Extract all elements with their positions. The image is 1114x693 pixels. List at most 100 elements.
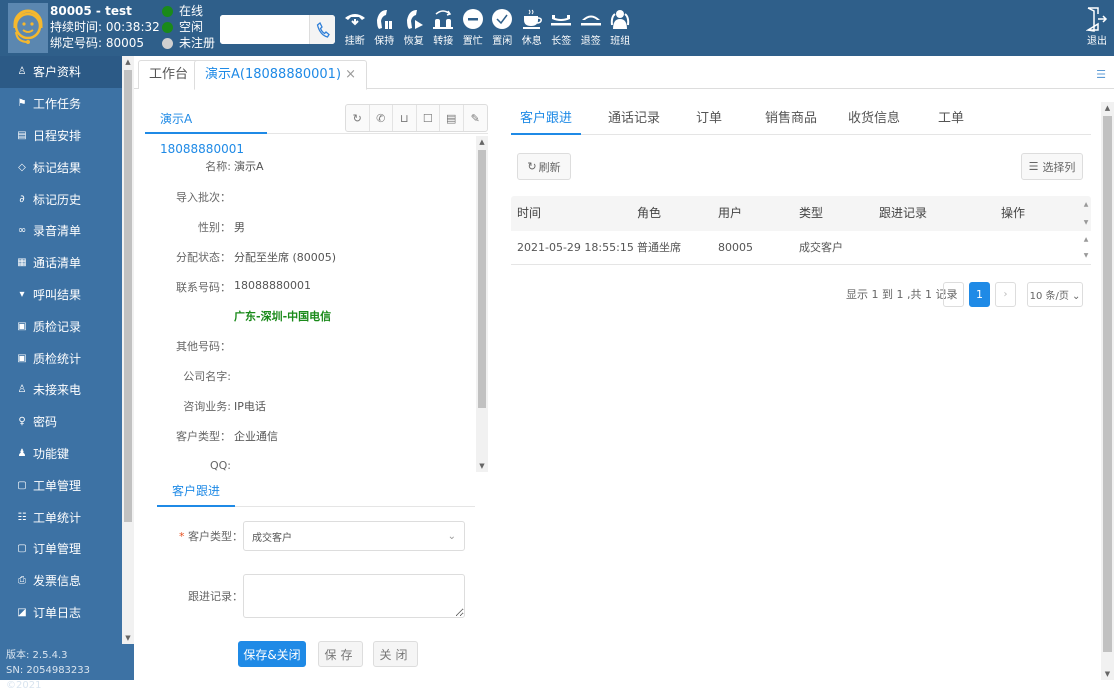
tab-menu-icon[interactable]: ☰ (1096, 68, 1106, 81)
sign-out-button[interactable]: 退签 (576, 6, 606, 47)
transfer-button[interactable]: 转接 (429, 6, 459, 47)
field-gender: 性别：男 (198, 221, 245, 234)
tab-customer-follow-up[interactable]: 客户跟进 (511, 104, 581, 135)
sidebar-item-missed-calls[interactable]: ♙ 未接来电 (0, 374, 122, 406)
close-tab-icon[interactable]: × (345, 67, 356, 82)
tab-tickets[interactable]: 工单 (931, 104, 971, 135)
tab-call-records[interactable]: 通话记录 (599, 104, 669, 135)
sidebar-item-invoice-info[interactable]: ⎙ 发票信息 (0, 565, 122, 597)
prev-page-button[interactable]: ‹ (943, 282, 964, 307)
follow-up-tab: 客户跟进 (157, 477, 475, 507)
page-tabs: 工作台 演示A(18088880001) × ☰ (134, 56, 1114, 90)
refresh-icon: ↻ (527, 160, 537, 173)
idle-button[interactable]: 置闲 (488, 6, 518, 47)
tab-shipping-info[interactable]: 收货信息 (839, 104, 909, 135)
tab-orders[interactable]: 订单 (689, 104, 729, 135)
column-header-record[interactable]: 跟进记录 (879, 196, 927, 231)
sidebar-item-call-list[interactable]: ▦ 通话清单 (0, 247, 122, 279)
call-button[interactable]: ✆ (370, 105, 393, 131)
page-size-select[interactable]: 10 条/页 ⌄ (1027, 282, 1083, 307)
sidebar-item-qc-stats[interactable]: ▣ 质检统计 (0, 342, 122, 374)
sidebar-item-schedule[interactable]: ▤ 日程安排 (0, 120, 122, 152)
sidebar-item-order-management[interactable]: ▢ 订单管理 (0, 533, 122, 565)
status-unregistered[interactable]: 未注册 (162, 35, 215, 51)
customer-title: 演示A 18088880001 (145, 104, 267, 156)
tab-workbench[interactable]: 工作台 (138, 60, 200, 89)
refresh-button[interactable]: ↻ (346, 105, 370, 131)
headset-smiley-icon (13, 9, 43, 44)
team-button[interactable]: 班组 (606, 6, 636, 47)
sidebar-item-work-tasks[interactable]: ⚑ 工作任务 (0, 88, 122, 120)
cart-button[interactable]: ⊔ (393, 105, 417, 131)
status-dot (162, 21, 173, 33)
sidebar-item-mark-results[interactable]: ◇ 标记结果 (0, 151, 122, 183)
save-and-close-button[interactable]: 保存&关闭 (238, 641, 306, 667)
tab-customer-follow-up[interactable]: 客户跟进 (157, 477, 236, 507)
follow-record-textarea[interactable] (243, 574, 465, 618)
column-header-type[interactable]: 类型 (799, 196, 823, 231)
sidebar-item-password[interactable]: ♀ 密码 (0, 406, 122, 438)
resume-icon (406, 10, 423, 29)
list-icon: ☰ (1028, 160, 1039, 173)
column-header-user[interactable]: 用户 (718, 196, 742, 231)
sidebar-item-order-log[interactable]: ◪ 订单日志 (0, 597, 122, 629)
ticket-button[interactable]: ☐ (417, 105, 440, 131)
sidebar-item-ticket-management[interactable]: ▢ 工单管理 (0, 469, 122, 501)
agent-avatar (8, 3, 48, 53)
refresh-list-button[interactable]: ↻ 刷新 (517, 153, 571, 180)
tab-customer-demo-a[interactable]: 演示A(18088880001) × (194, 60, 368, 90)
sidebar-item-ticket-stats[interactable]: ☷ 工单统计 (0, 501, 122, 533)
table-row[interactable]: 2021-05-29 18:55:15 普通坐席 80005 成交客户 ▲ ▼ (511, 231, 1091, 265)
logout-button[interactable]: 退出 (1086, 6, 1108, 47)
main-scrollbar[interactable]: ▲ ▼ (1101, 102, 1114, 680)
dial-button[interactable] (309, 15, 335, 44)
version-label: 版本: 2.5.4.3 (6, 650, 68, 661)
scroll-up-arrow-icon[interactable]: ▲ (1101, 102, 1114, 114)
hold-button[interactable]: 保持 (370, 6, 400, 47)
scrollbar-thumb[interactable] (478, 150, 486, 408)
detail-tabs: 客户跟进 通话记录 订单 销售商品 收货信息 工单 (511, 104, 1091, 135)
schedule-button[interactable]: ▤ (440, 105, 464, 131)
header-scroll-arrows[interactable]: ▲ ▼ (1081, 196, 1091, 231)
scroll-up-arrow-icon[interactable]: ▲ (122, 56, 134, 68)
status-online[interactable]: 在线 (162, 3, 215, 19)
sign-out-icon (580, 15, 601, 26)
long-sign-button[interactable]: 长签 (547, 6, 577, 47)
row-scroll-arrows[interactable]: ▲ ▼ (1081, 231, 1091, 264)
calendar-icon: ▤ (446, 111, 457, 125)
hangup-icon (344, 14, 365, 26)
sidebar-item-call-results[interactable]: ▾ 呼叫结果 (0, 279, 122, 311)
scrollbar-thumb[interactable] (1103, 116, 1112, 652)
details-scrollbar[interactable]: ▲ ▼ (476, 136, 488, 472)
column-header-time[interactable]: 时间 (517, 196, 541, 231)
sidebar-scrollbar[interactable]: ▲ ▼ (122, 56, 134, 644)
customer-panel-header: 演示A 18088880001 ↻ ✆ ⊔ ☐ ▤ ✎ (145, 104, 488, 156)
sidebar-item-recordings[interactable]: ∞ 录音清单 (0, 215, 122, 247)
hangup-button[interactable]: 挂断 (340, 6, 370, 47)
scroll-down-arrow-icon[interactable]: ▼ (476, 460, 488, 472)
choose-columns-button[interactable]: ☰ 选择列 (1021, 153, 1083, 180)
calendar-icon: ▤ (17, 129, 27, 141)
column-header-actions[interactable]: 操作 (1001, 196, 1025, 231)
rest-button[interactable]: 休息 (517, 6, 547, 47)
resume-button[interactable]: 恢复 (399, 6, 429, 47)
dial-number-input[interactable] (220, 15, 309, 44)
scrollbar-thumb[interactable] (124, 70, 132, 522)
tab-sales-products[interactable]: 销售商品 (756, 104, 826, 135)
next-page-button[interactable]: › (995, 282, 1016, 307)
sidebar-item-function-keys[interactable]: ♟ 功能键 (0, 438, 122, 470)
sidebar-item-mark-history[interactable]: ∂ 标记历史 (0, 183, 122, 215)
status-idle[interactable]: 空闲 (162, 19, 215, 35)
close-button[interactable]: 关闭 (373, 641, 418, 667)
busy-button[interactable]: 置忙 (458, 6, 488, 47)
save-button[interactable]: 保存 (318, 641, 363, 667)
scroll-down-arrow-icon[interactable]: ▼ (1101, 668, 1114, 680)
sidebar-item-customer-info[interactable]: ♙ 客户资料 (0, 56, 122, 88)
page-1-button[interactable]: 1 (969, 282, 990, 307)
edit-button[interactable]: ✎ (464, 105, 488, 131)
column-header-role[interactable]: 角色 (637, 196, 661, 231)
scroll-down-arrow-icon[interactable]: ▼ (122, 632, 134, 644)
customer-type-select[interactable]: 成交客户 ⌄ (243, 521, 465, 551)
sidebar-item-qc-records[interactable]: ▣ 质检记录 (0, 310, 122, 342)
scroll-up-arrow-icon[interactable]: ▲ (476, 136, 488, 148)
